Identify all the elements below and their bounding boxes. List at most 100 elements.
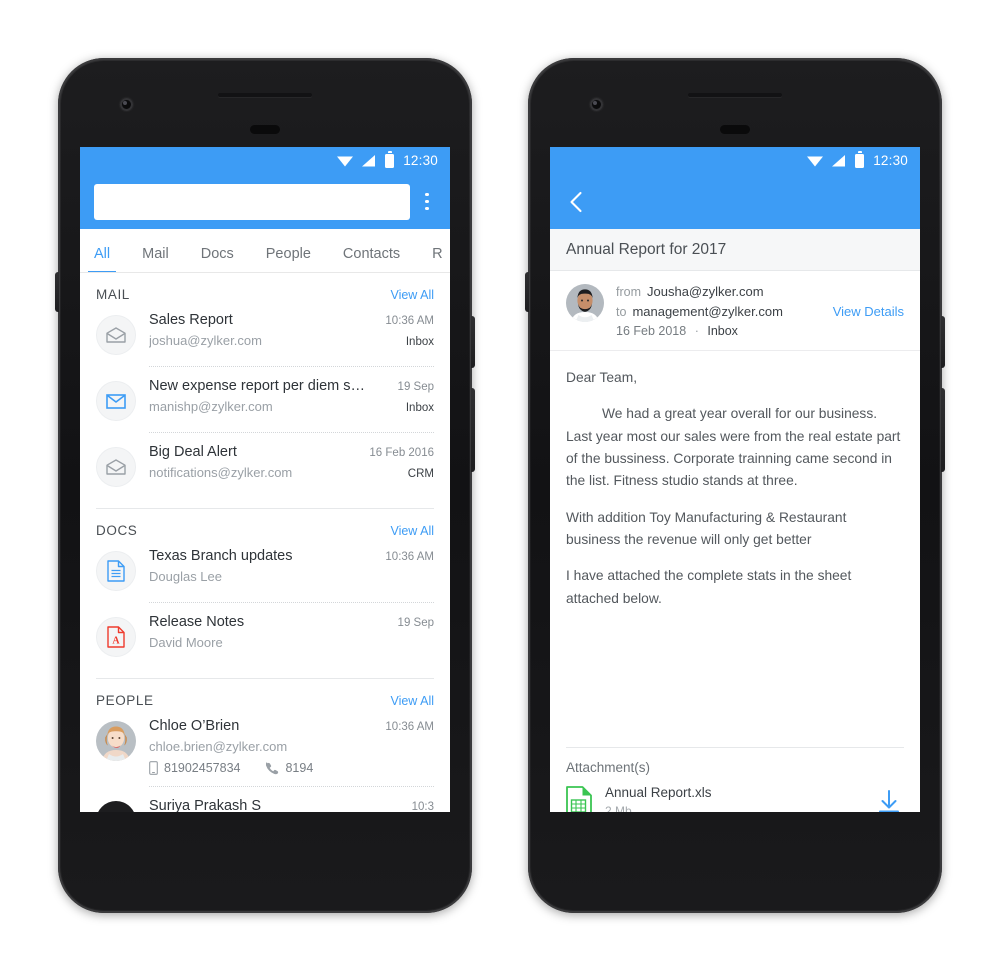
download-icon[interactable] xyxy=(874,787,904,813)
phone-device-right: 12:30 Annual Report for 2017 from Jousha… xyxy=(525,58,945,913)
email-body: Dear Team, We had a great year overall f… xyxy=(550,351,920,747)
screen-left: 12:30 All Mail Docs People Contacts R MA… xyxy=(80,147,450,812)
email-date: 16 Feb 2018 xyxy=(616,324,687,338)
search-box[interactable] xyxy=(94,183,410,220)
email-paragraph: Dear Team, xyxy=(566,370,638,385)
status-bar-right: 12:30 xyxy=(550,147,920,174)
mail-subject: Sales Report xyxy=(149,312,233,328)
volume-button[interactable] xyxy=(941,388,945,472)
sim-tray xyxy=(55,272,59,312)
tab-all[interactable]: All xyxy=(87,246,117,272)
search-input[interactable] xyxy=(104,194,400,209)
email-paragraph: We had a great year overall for our busi… xyxy=(566,406,901,489)
mail-sender: notifications@zylker.com xyxy=(149,465,293,480)
from-address: Jousha@zylker.com xyxy=(647,284,764,299)
email-folder: Inbox xyxy=(707,324,738,338)
person-phone: 8194 xyxy=(285,761,314,775)
phone-top-bezel-right xyxy=(528,58,942,154)
email-subject: Annual Report for 2017 xyxy=(566,240,727,258)
doc-time: 19 Sep xyxy=(397,617,434,629)
doc-time: 10:36 AM xyxy=(385,551,434,563)
power-button[interactable] xyxy=(471,316,475,368)
spreadsheet-icon xyxy=(566,785,592,812)
email-date-folder: 16 Feb 2018 · Inbox xyxy=(616,324,825,338)
power-button[interactable] xyxy=(941,316,945,368)
view-all-mail[interactable]: View All xyxy=(390,288,434,302)
wifi-icon xyxy=(807,156,824,166)
email-from-row: from Jousha@zylker.com xyxy=(616,284,825,299)
section-header-mail: MAIL View All xyxy=(80,273,450,312)
sender-avatar-image xyxy=(566,284,604,322)
mail-closed-icon xyxy=(96,381,136,421)
volume-button[interactable] xyxy=(471,388,475,472)
person-email: chloe.brien@zylker.com xyxy=(149,739,288,754)
tab-docs[interactable]: Docs xyxy=(201,246,234,272)
mail-subject: Big Deal Alert xyxy=(149,444,237,460)
cellular-signal-icon xyxy=(832,154,846,166)
sender-avatar xyxy=(566,284,604,322)
list-item[interactable]: Big Deal Alert 16 Feb 2016 notifications… xyxy=(80,433,450,498)
svg-text:A: A xyxy=(112,636,120,647)
status-clock: 12:30 xyxy=(403,153,438,168)
view-details-link[interactable]: View Details xyxy=(825,304,904,319)
search-results-list[interactable]: MAIL View All Sales Report 10:36 AM josh… xyxy=(80,273,450,812)
mobile-icon xyxy=(149,761,158,775)
doc-name: Texas Branch updates xyxy=(149,548,293,564)
section-header-people: PEOPLE View All xyxy=(80,679,450,718)
screen-right: 12:30 Annual Report for 2017 from Jousha… xyxy=(550,147,920,812)
status-clock: 12:30 xyxy=(873,153,908,168)
earpiece-speaker xyxy=(250,125,280,134)
tab-bar: All Mail Docs People Contacts R xyxy=(80,229,450,273)
tab-people[interactable]: People xyxy=(266,246,311,272)
person-time: 10:36 AM xyxy=(385,721,434,733)
list-item[interactable]: Suriya Prakash S 10:3 xyxy=(80,787,450,812)
person-contact-numbers: 81902457834 8194 xyxy=(149,761,434,775)
tab-contacts[interactable]: Contacts xyxy=(343,246,400,272)
attachment-name: Annual Report.xls xyxy=(605,785,712,800)
person-mobile: 81902457834 xyxy=(164,761,241,775)
tab-more[interactable]: R xyxy=(432,246,442,272)
list-item[interactable]: A Release Notes 19 Sep David Moore xyxy=(80,603,450,668)
from-label: from xyxy=(616,285,641,299)
mail-time: 16 Feb 2016 xyxy=(369,447,434,459)
section-header-docs: DOCS View All xyxy=(80,509,450,548)
front-camera-icon xyxy=(120,98,133,111)
document-icon-glyph xyxy=(107,560,125,582)
to-label: to xyxy=(616,305,627,319)
tab-mail[interactable]: Mail xyxy=(142,246,169,272)
phone-icon xyxy=(266,761,279,774)
section-title-people: PEOPLE xyxy=(96,693,154,708)
attachments-section: Attachment(s) Annual Report.xls 2 Mb xyxy=(566,747,904,812)
mail-open-icon-glyph xyxy=(106,327,126,343)
section-title-docs: DOCS xyxy=(96,523,138,538)
avatar xyxy=(96,801,136,812)
person-name: Chloe O’Brien xyxy=(149,718,240,734)
list-item[interactable]: Texas Branch updates 10:36 AM Douglas Le… xyxy=(80,548,450,602)
view-all-people[interactable]: View All xyxy=(390,694,434,708)
mail-subject: New expense report per diem s… xyxy=(149,378,365,394)
back-chevron-icon[interactable] xyxy=(564,189,590,215)
attachment-row[interactable]: Annual Report.xls 2 Mb xyxy=(566,785,904,812)
mail-folder-tag: Inbox xyxy=(405,336,434,348)
list-item[interactable]: Sales Report 10:36 AM joshua@zylker.com … xyxy=(80,312,450,366)
email-subject-bar: Annual Report for 2017 xyxy=(550,229,920,271)
doc-name: Release Notes xyxy=(149,614,245,630)
list-item[interactable]: New expense report per diem s… 19 Sep ma… xyxy=(80,367,450,432)
attachment-info: Annual Report.xls 2 Mb xyxy=(592,785,874,812)
overflow-menu-icon[interactable] xyxy=(410,182,444,222)
mail-open-icon xyxy=(96,447,136,487)
section-title-mail: MAIL xyxy=(96,287,130,302)
mail-sender: joshua@zylker.com xyxy=(149,333,262,348)
separator-dot: · xyxy=(694,324,699,338)
battery-icon xyxy=(855,151,865,168)
mail-closed-icon-glyph xyxy=(106,394,126,409)
to-address: management@zylker.com xyxy=(632,304,783,319)
mail-time: 19 Sep xyxy=(397,381,434,393)
mail-open-icon-glyph xyxy=(106,459,126,475)
email-paragraph: I have attached the complete stats in th… xyxy=(566,568,852,606)
view-all-docs[interactable]: View All xyxy=(390,524,434,538)
pdf-icon-glyph: A xyxy=(107,626,125,648)
cellular-signal-icon xyxy=(362,154,376,166)
doc-author: David Moore xyxy=(149,635,223,650)
list-item[interactable]: Chloe O’Brien 10:36 AM chloe.brien@zylke… xyxy=(80,718,450,786)
